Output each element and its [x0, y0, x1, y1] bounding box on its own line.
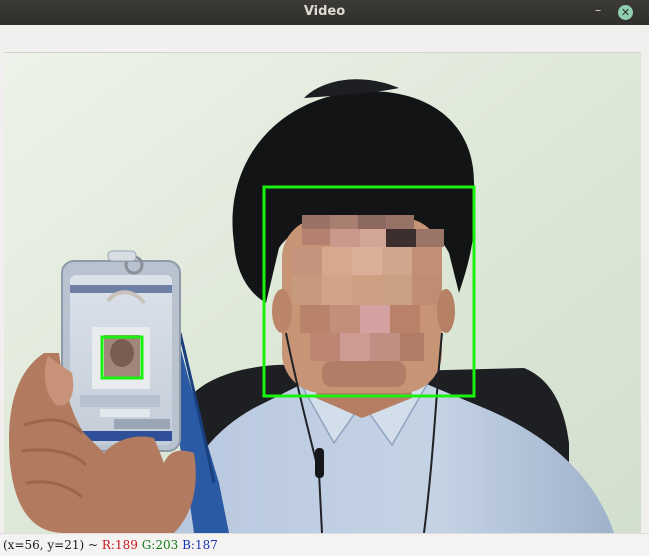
window-title: Video — [303, 4, 346, 19]
pixel-r-value: R:189 — [101, 538, 138, 552]
pixelated-face — [282, 215, 444, 393]
pixel-g-value: G:203 — [141, 538, 179, 552]
statusbar: (x=56, y=21) ~ R:189 G:203 B:187 — [0, 533, 649, 556]
toolbar — [4, 25, 641, 53]
video-frame[interactable] — [4, 53, 641, 533]
id-card — [61, 250, 181, 452]
cursor-coords: (x=56, y=21) ~ — [3, 538, 99, 552]
pixel-b-value: B:187 — [182, 538, 218, 552]
titlebar[interactable]: Video – ✕ — [0, 0, 649, 25]
webcam-image — [4, 53, 641, 533]
minimize-icon[interactable]: – — [590, 3, 606, 19]
close-icon[interactable]: ✕ — [618, 5, 633, 20]
video-window: Video – ✕ (x=56, y=21) ~ R:189 G:203 B:1… — [0, 0, 649, 556]
